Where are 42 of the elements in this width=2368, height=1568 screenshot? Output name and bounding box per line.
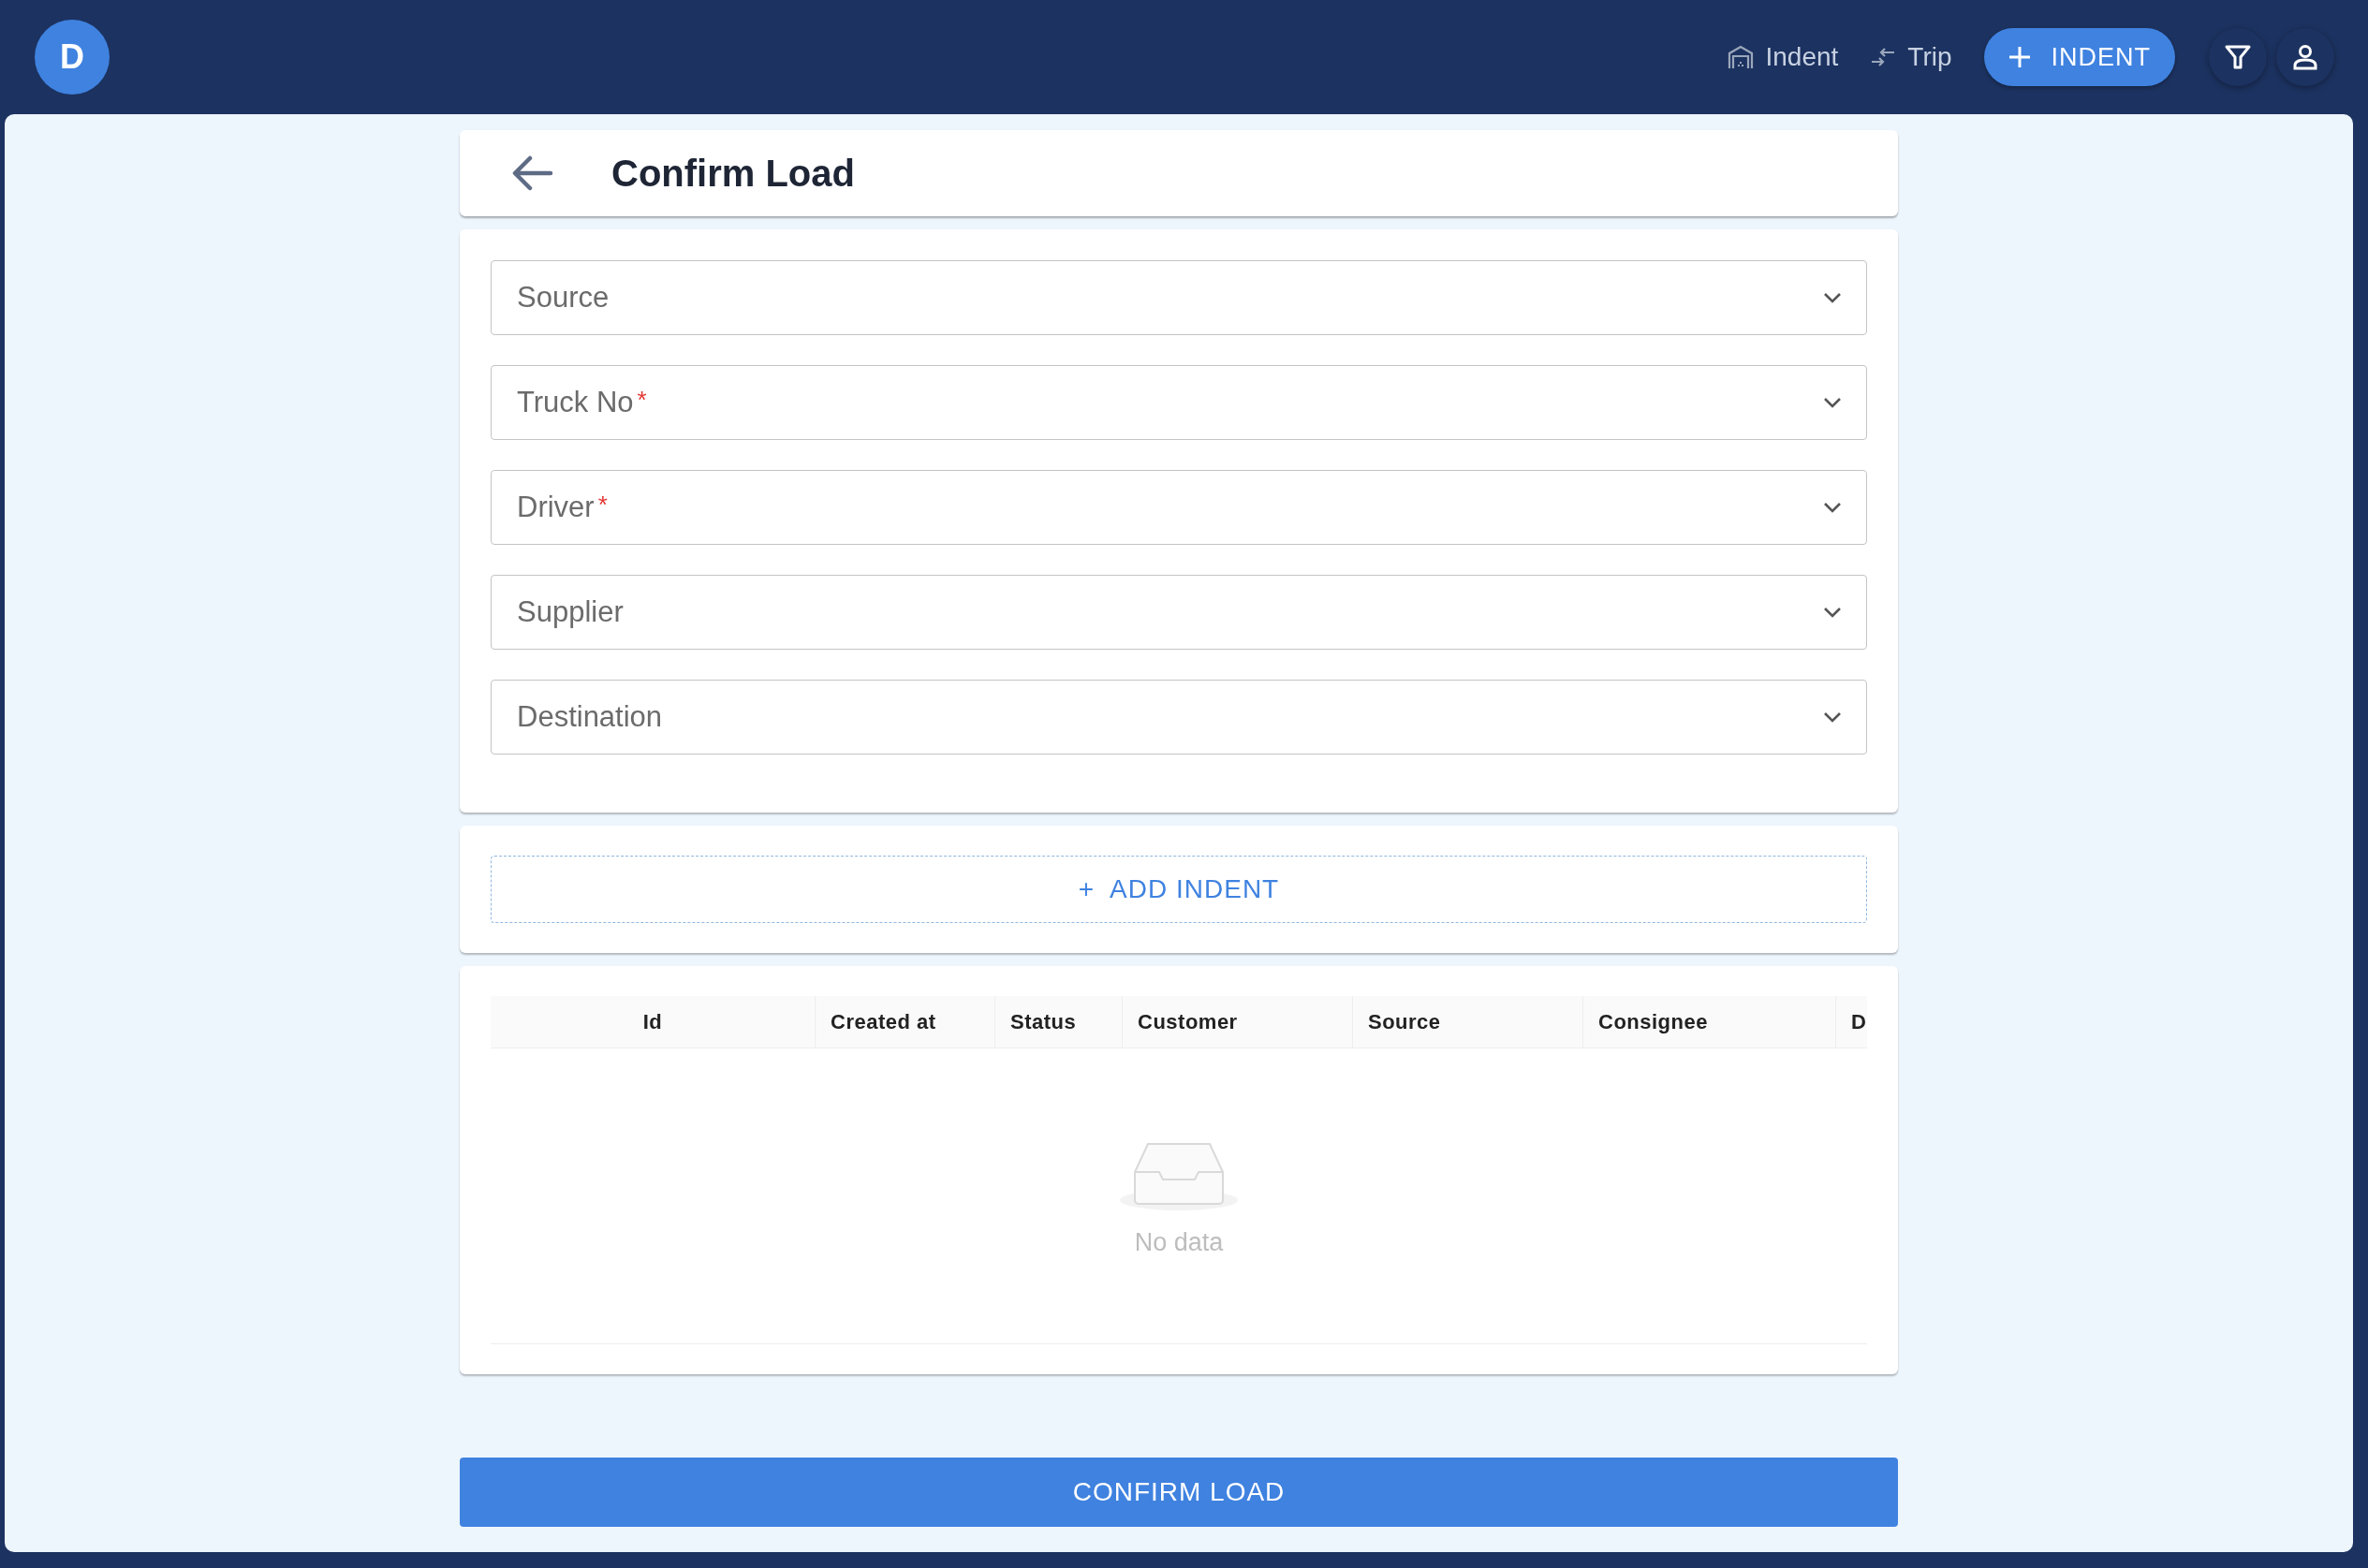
- select-field[interactable]: Supplier: [491, 575, 1867, 650]
- field-label: Destination: [517, 700, 663, 734]
- confirm-load-button[interactable]: CONFIRM LOAD: [460, 1458, 1898, 1527]
- chevron-down-icon: [1823, 711, 1842, 723]
- field-label: Supplier: [517, 595, 624, 629]
- column-header: Source: [1352, 996, 1582, 1048]
- column-header: Created at: [815, 996, 994, 1048]
- nav-link[interactable]: Trip: [1870, 42, 1952, 72]
- chevron-down-icon: [1823, 292, 1842, 303]
- column-header: D: [1835, 996, 1867, 1048]
- column-header: Id: [641, 1008, 664, 1035]
- select-field[interactable]: Destination: [491, 680, 1867, 755]
- select-field[interactable]: Driver*: [491, 470, 1867, 545]
- filter-button[interactable]: [2209, 28, 2267, 86]
- empty-message: No data: [1134, 1228, 1224, 1257]
- filter-icon: [2224, 43, 2252, 71]
- chevron-down-icon: [1823, 397, 1842, 408]
- column-header: Customer: [1122, 996, 1352, 1048]
- chevron-down-icon: [1823, 607, 1842, 618]
- back-button[interactable]: [512, 155, 553, 191]
- nav-link-label: Indent: [1765, 42, 1839, 72]
- person-icon: [2292, 44, 2318, 70]
- field-label: Truck No*: [517, 386, 647, 419]
- new-indent-button[interactable]: INDENT: [1983, 28, 2175, 86]
- select-field[interactable]: Source: [491, 260, 1867, 335]
- profile-button[interactable]: [2276, 28, 2334, 86]
- new-indent-label: INDENT: [2051, 42, 2151, 72]
- plus-icon: [2008, 46, 2031, 68]
- select-field[interactable]: Truck No*: [491, 365, 1867, 440]
- nav-link-label: Trip: [1907, 42, 1952, 72]
- field-label: Source: [517, 281, 610, 315]
- back-arrow-icon: [512, 155, 553, 191]
- field-label: Driver*: [517, 491, 608, 524]
- warehouse-icon: [1728, 45, 1755, 69]
- chevron-down-icon: [1823, 502, 1842, 513]
- page-title: Confirm Load: [611, 152, 855, 195]
- user-avatar[interactable]: D: [35, 20, 110, 95]
- arrows-icon: [1870, 47, 1897, 67]
- column-header: Status: [994, 996, 1122, 1048]
- add-indent-button[interactable]: + ADD INDENT: [491, 856, 1867, 923]
- column-header: Consignee: [1582, 996, 1835, 1048]
- nav-link[interactable]: Indent: [1728, 42, 1839, 72]
